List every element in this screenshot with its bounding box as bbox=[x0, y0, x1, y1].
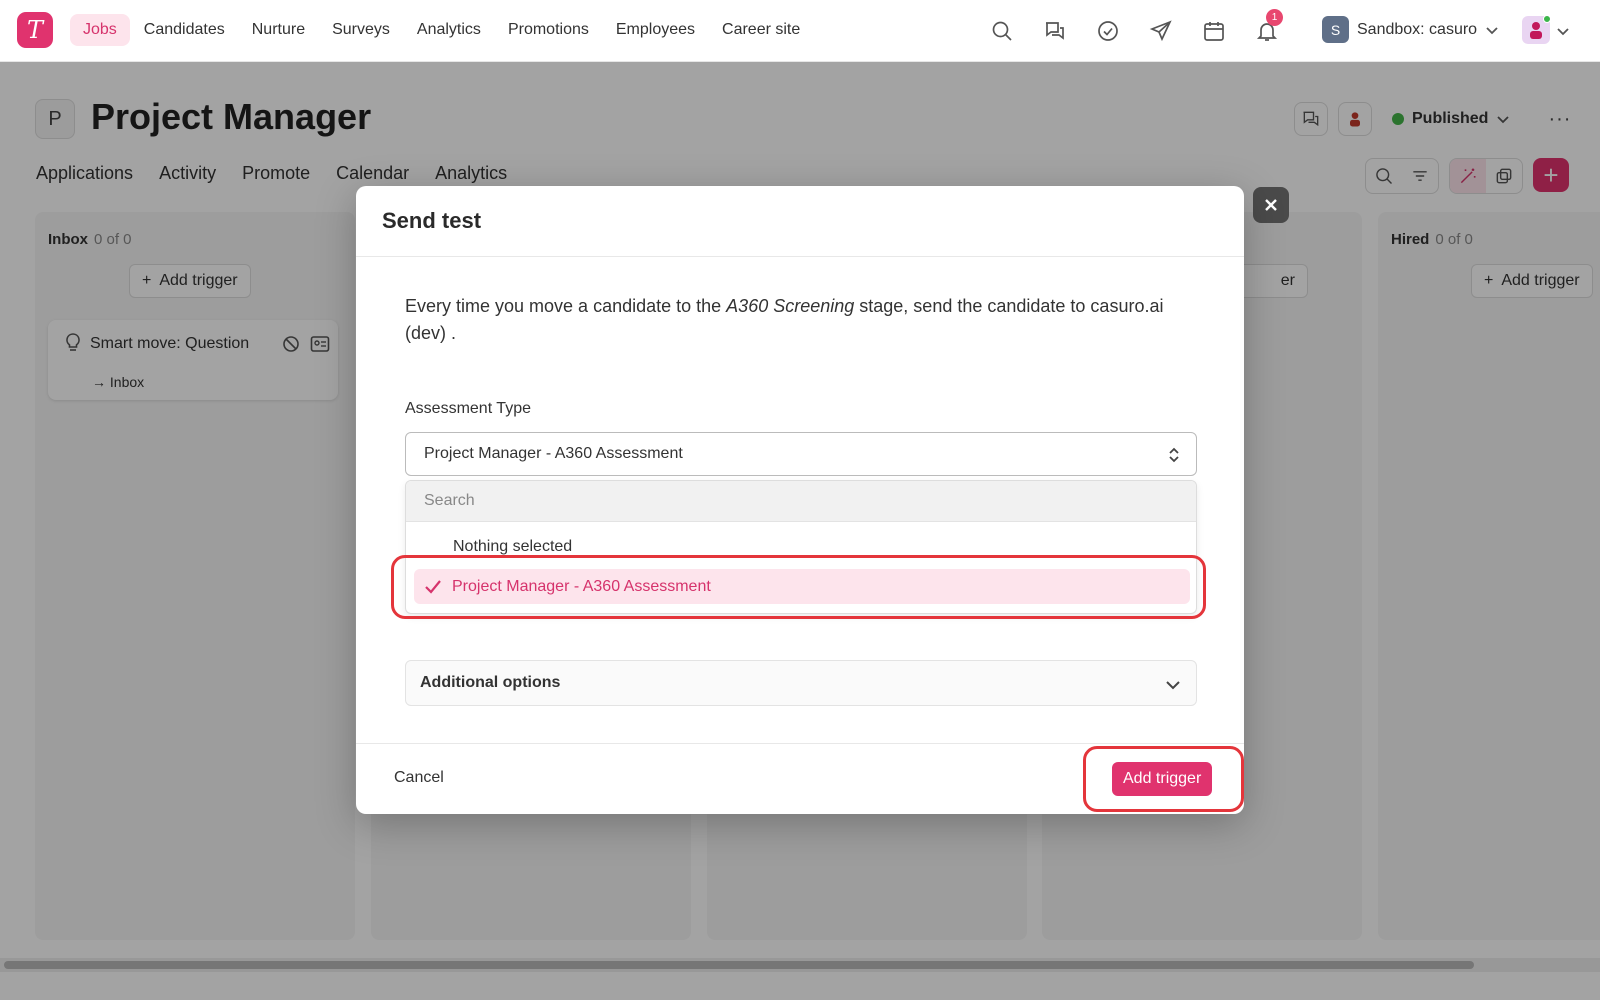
desc-text-start: Every time you move a candidate to the bbox=[405, 296, 727, 316]
check-circle-icon[interactable] bbox=[1091, 14, 1125, 48]
divider bbox=[356, 256, 1244, 257]
additional-options-label: Additional options bbox=[420, 674, 561, 691]
chat-icon[interactable] bbox=[1038, 14, 1072, 48]
highlight-selected-option bbox=[391, 555, 1206, 619]
main-nav: Jobs Candidates Nurture Surveys Analytic… bbox=[70, 14, 814, 46]
nav-analytics[interactable]: Analytics bbox=[404, 14, 494, 46]
user-avatar[interactable] bbox=[1522, 15, 1551, 44]
chevron-down-icon bbox=[1486, 26, 1498, 34]
nav-surveys[interactable]: Surveys bbox=[319, 14, 403, 46]
close-button[interactable] bbox=[1253, 187, 1289, 223]
nav-icon-bar: 1 bbox=[985, 9, 1303, 48]
trigger-description: Every time you move a candidate to the A… bbox=[405, 293, 1195, 347]
modal-title: Send test bbox=[382, 208, 482, 233]
send-icon[interactable] bbox=[1144, 14, 1178, 48]
divider bbox=[356, 743, 1244, 744]
nav-nurture[interactable]: Nurture bbox=[239, 14, 318, 46]
calendar-icon[interactable] bbox=[1197, 14, 1231, 48]
assessment-type-select[interactable]: Project Manager - A360 Assessment bbox=[405, 432, 1197, 476]
top-navigation: T Jobs Candidates Nurture Surveys Analyt… bbox=[0, 0, 1600, 62]
send-test-modal: Send test Every time you move a candidat… bbox=[356, 186, 1244, 814]
sandbox-avatar: S bbox=[1322, 16, 1349, 43]
online-indicator bbox=[1543, 15, 1551, 23]
nav-career-site[interactable]: Career site bbox=[709, 14, 813, 46]
user-avatar-icon bbox=[1530, 22, 1542, 39]
nav-candidates[interactable]: Candidates bbox=[131, 14, 238, 46]
stage-name: A360 Screening bbox=[726, 296, 855, 316]
nav-promotions[interactable]: Promotions bbox=[495, 14, 602, 46]
chevron-down-icon bbox=[1166, 681, 1180, 690]
cancel-button[interactable]: Cancel bbox=[394, 769, 444, 787]
select-arrows-icon bbox=[1169, 447, 1179, 463]
close-icon bbox=[1265, 199, 1277, 211]
nav-employees[interactable]: Employees bbox=[603, 14, 708, 46]
bell-icon[interactable]: 1 bbox=[1250, 9, 1284, 48]
select-value: Project Manager - A360 Assessment bbox=[424, 445, 683, 462]
chevron-down-icon[interactable] bbox=[1556, 24, 1570, 38]
additional-options-toggle[interactable]: Additional options bbox=[405, 660, 1197, 706]
dropdown-search-input[interactable]: Search bbox=[406, 481, 1196, 522]
app-logo[interactable]: T bbox=[17, 12, 53, 48]
nav-jobs[interactable]: Jobs bbox=[70, 14, 130, 46]
notification-badge: 1 bbox=[1266, 9, 1283, 26]
highlight-submit-button bbox=[1083, 746, 1244, 812]
assessment-type-label: Assessment Type bbox=[405, 400, 531, 417]
sandbox-label: Sandbox: casuro bbox=[1357, 20, 1478, 38]
sandbox-switcher[interactable]: S Sandbox: casuro bbox=[1322, 16, 1499, 43]
option-nothing-selected[interactable]: Nothing selected bbox=[453, 538, 572, 556]
search-icon[interactable] bbox=[985, 14, 1019, 48]
